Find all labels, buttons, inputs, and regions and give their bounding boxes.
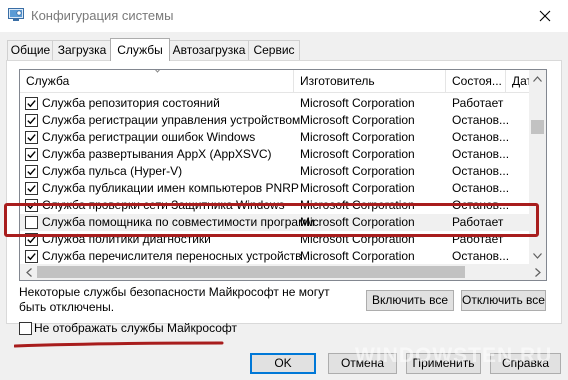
hide-ms-label[interactable]: Не отображать службы Майкрософт [34,321,237,335]
security-notice: Некоторые службы безопасности Майкрософт… [19,285,330,314]
table-row[interactable]: Служба пульса (Hyper-V) Microsoft Corpora… [20,163,530,180]
checkmark-icon [27,168,36,176]
close-icon [539,10,551,22]
close-button[interactable] [522,0,568,32]
checkmark-icon [27,134,36,142]
service-checkbox[interactable] [25,148,38,161]
window-title: Конфигурация системы [31,8,174,23]
disable-all-button[interactable]: Отключить все [461,290,546,311]
horizontal-scroll-thumb[interactable] [37,266,465,278]
chevron-left-icon [25,267,32,277]
service-state: Останов... [452,130,510,144]
service-state: Останов... [452,181,510,195]
services-list[interactable]: Служба Изготовитель Состоя... Дат Служба… [19,69,547,281]
service-name: Служба регистрации ошибок Windows [42,130,256,144]
checkmark-icon [27,253,36,261]
service-checkbox[interactable] [25,131,38,144]
chevron-down-icon [533,252,542,259]
list-header: Служба Изготовитель Состоя... Дат [20,70,546,93]
tab-startup[interactable]: Автозагрузка [168,40,250,60]
enable-all-button[interactable]: Включить все [366,290,454,311]
column-header-vendor[interactable]: Изготовитель [293,70,445,92]
tab-general[interactable]: Общие [7,40,54,60]
service-vendor: Microsoft Corporation [300,164,415,178]
service-checkbox[interactable] [25,165,38,178]
service-state: Останов... [452,147,510,161]
service-checkbox[interactable] [25,250,38,263]
watermark: WINDOWSTEN.RU [355,344,553,367]
table-row[interactable]: Служба репозитория состояний Microsoft Co… [20,95,530,112]
table-row[interactable]: Служба регистрации управления устройство… [20,112,530,129]
checkmark-icon [27,185,36,193]
service-state: Останов... [452,164,510,178]
service-vendor: Microsoft Corporation [300,113,415,127]
chevron-up-icon [533,75,542,82]
checkmark-icon [27,117,36,125]
vertical-scroll-thumb[interactable] [531,120,544,134]
service-name: Служба перечислителя переносных устройст… [42,249,302,263]
hide-ms-checkbox[interactable] [19,322,32,335]
service-name: Служба публикации имен компьютеров PNRP [42,181,299,195]
service-name: Служба регистрации управления устройство… [42,113,301,127]
service-state: Останов... [452,113,510,127]
service-vendor: Microsoft Corporation [300,147,415,161]
service-name: Служба пульса (Hyper-V) [42,164,183,178]
service-name: Служба репозитория состояний [42,96,220,110]
service-checkbox[interactable] [25,182,38,195]
service-state: Останов... [452,249,510,263]
scroll-up-button[interactable] [529,70,546,87]
ok-button[interactable]: OK [250,353,316,374]
checkmark-icon [27,100,36,108]
service-vendor: Microsoft Corporation [300,96,415,110]
scroll-left-button[interactable] [20,264,37,280]
service-checkbox[interactable] [25,114,38,127]
title-bar: Конфигурация системы [0,0,568,32]
table-row[interactable]: Служба регистрации ошибок Windows Microso… [20,129,530,146]
checkmark-icon [27,151,36,159]
service-name: Служба развертывания AppX (AppXSVC) [42,147,272,161]
system-config-icon [8,8,24,22]
service-vendor: Microsoft Corporation [300,249,415,263]
scroll-down-button[interactable] [529,247,546,264]
highlight-annotation [4,203,539,237]
tab-services[interactable]: Службы [110,38,170,61]
table-row[interactable]: Служба перечислителя переносных устройст… [20,248,530,265]
service-vendor: Microsoft Corporation [300,181,415,195]
underline-annotation [14,341,224,348]
service-vendor: Microsoft Corporation [300,130,415,144]
sort-arrow-icon [155,70,160,73]
service-state: Работает [452,96,504,110]
service-checkbox[interactable] [25,97,38,110]
column-header-service[interactable]: Служба [20,70,293,92]
scroll-right-button[interactable] [529,264,546,280]
horizontal-scrollbar[interactable] [20,264,546,280]
column-header-state[interactable]: Состоя... [445,70,505,92]
chevron-right-icon [534,267,541,277]
table-row[interactable]: Служба развертывания AppX (AppXSVC) Micro… [20,146,530,163]
tab-tools[interactable]: Сервис [248,40,300,60]
table-row[interactable]: Служба публикации имен компьютеров PNRP M… [20,180,530,197]
tab-boot[interactable]: Загрузка [52,40,112,60]
